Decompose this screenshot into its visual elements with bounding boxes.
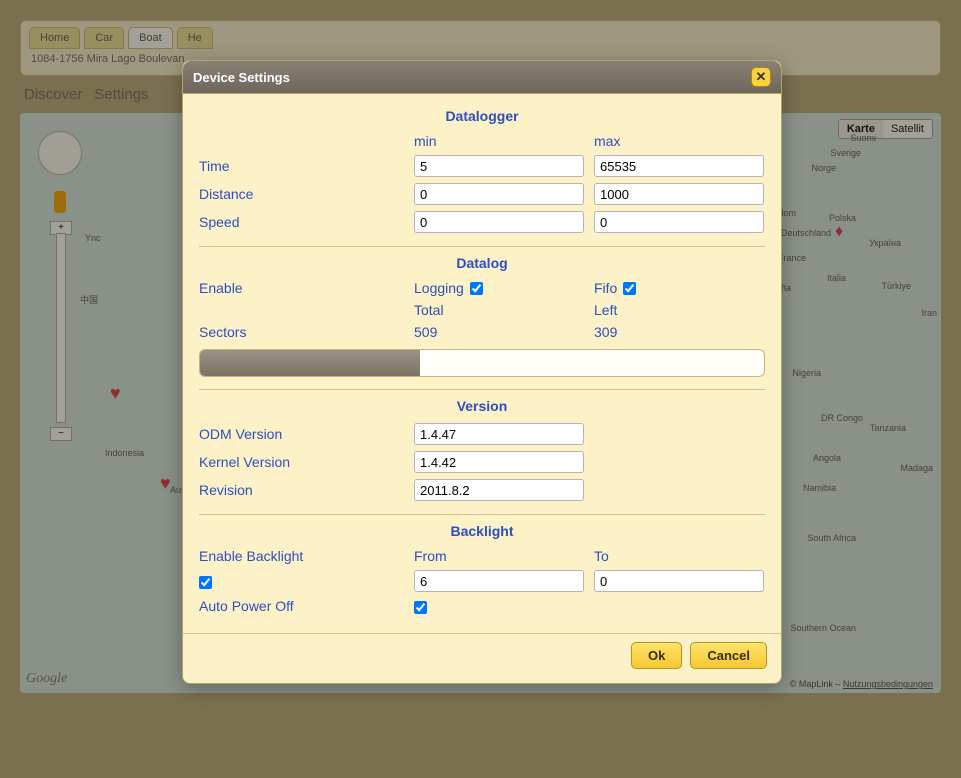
col-max-label: max xyxy=(594,133,774,149)
close-icon: ✕ xyxy=(756,69,767,85)
fifo-label: Fifo xyxy=(594,280,617,296)
total-label: Total xyxy=(414,302,594,318)
distance-min-input[interactable] xyxy=(414,183,584,205)
logging-label: Logging xyxy=(414,280,464,296)
to-label: To xyxy=(594,548,774,564)
speed-label: Speed xyxy=(199,214,414,230)
section-title-datalog: Datalog xyxy=(199,251,765,277)
revision-label: Revision xyxy=(199,482,414,498)
col-min-label: min xyxy=(414,133,594,149)
sectors-label: Sectors xyxy=(199,324,414,340)
sectors-left-value: 309 xyxy=(594,324,774,340)
enable-backlight-label: Enable Backlight xyxy=(199,548,414,564)
close-button[interactable]: ✕ xyxy=(751,67,771,87)
distance-max-input[interactable] xyxy=(594,183,764,205)
speed-max-input[interactable] xyxy=(594,211,764,233)
left-label: Left xyxy=(594,302,774,318)
revision-input[interactable] xyxy=(414,479,584,501)
distance-label: Distance xyxy=(199,186,414,202)
section-title-datalogger: Datalogger xyxy=(199,104,765,130)
device-settings-dialog: Device Settings ✕ Datalogger min max Tim… xyxy=(182,60,782,684)
section-title-backlight: Backlight xyxy=(199,519,765,545)
auto-power-off-checkbox[interactable] xyxy=(414,601,427,614)
section-backlight: Backlight Enable Backlight From To Auto … xyxy=(199,515,765,627)
ok-button[interactable]: Ok xyxy=(631,642,682,669)
time-max-input[interactable] xyxy=(594,155,764,177)
from-label: From xyxy=(414,548,594,564)
sectors-total-value: 509 xyxy=(414,324,594,340)
sectors-progress-bar xyxy=(199,349,765,377)
section-datalogger: Datalogger min max Time Distance Speed xyxy=(199,100,765,247)
kernel-version-label: Kernel Version xyxy=(199,454,414,470)
section-datalog: Datalog Enable Logging Fifo Total Left S… xyxy=(199,247,765,390)
cancel-button[interactable]: Cancel xyxy=(690,642,767,669)
enable-backlight-checkbox[interactable] xyxy=(199,576,212,589)
auto-power-off-label: Auto Power Off xyxy=(199,598,414,614)
fifo-checkbox[interactable] xyxy=(623,282,636,295)
odm-version-label: ODM Version xyxy=(199,426,414,442)
speed-min-input[interactable] xyxy=(414,211,584,233)
sectors-progress-fill xyxy=(200,350,420,376)
logging-checkbox[interactable] xyxy=(470,282,483,295)
odm-version-input[interactable] xyxy=(414,423,584,445)
section-title-version: Version xyxy=(199,394,765,420)
kernel-version-input[interactable] xyxy=(414,451,584,473)
time-label: Time xyxy=(199,158,414,174)
section-version: Version ODM Version Kernel Version Revis… xyxy=(199,390,765,515)
time-min-input[interactable] xyxy=(414,155,584,177)
backlight-to-input[interactable] xyxy=(594,570,764,592)
backlight-from-input[interactable] xyxy=(414,570,584,592)
dialog-title: Device Settings xyxy=(193,70,290,85)
enable-label: Enable xyxy=(199,280,414,296)
